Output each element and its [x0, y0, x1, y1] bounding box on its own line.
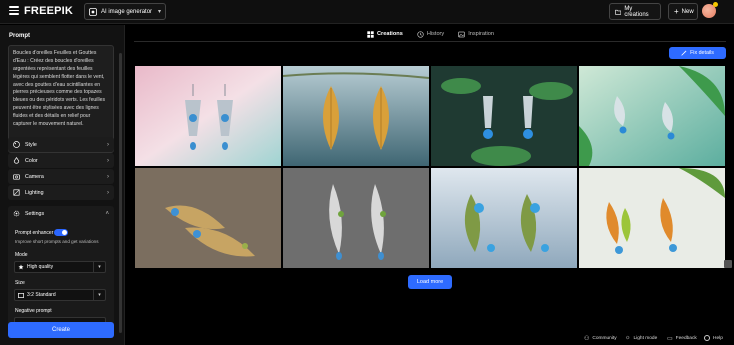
tool-selector-label: AI image generator — [101, 8, 153, 15]
chevron-right-icon: › — [107, 173, 109, 180]
notification-badge — [713, 2, 718, 7]
ai-icon — [89, 7, 97, 16]
generated-image[interactable] — [579, 66, 725, 166]
feedback-label: Feedback — [675, 336, 697, 341]
section-lighting[interactable]: Lighting › — [8, 185, 114, 200]
light-mode-toggle[interactable]: ☼ Light mode — [625, 335, 657, 341]
lighting-icon — [13, 189, 20, 196]
chevron-up-icon: ˄ — [105, 210, 109, 217]
tab-history[interactable]: History — [415, 27, 446, 41]
logo[interactable]: FREEPIK — [24, 5, 73, 17]
scroll-to-top-icon[interactable] — [724, 260, 732, 268]
sidebar-scrollbar[interactable] — [119, 53, 122, 333]
help-icon — [704, 335, 710, 341]
generated-image[interactable] — [135, 66, 281, 166]
section-color[interactable]: Color › — [8, 153, 114, 168]
prompt-enhancer-toggle[interactable] — [54, 229, 68, 236]
palette-icon — [13, 141, 20, 148]
plus-icon: + — [674, 6, 679, 16]
chevron-right-icon: › — [107, 141, 109, 148]
aspect-ratio-icon — [18, 292, 24, 298]
mode-icon — [18, 264, 24, 270]
prompt-text: Boucles d'oreilles Feuilles et Gouttes d… — [13, 50, 106, 128]
section-camera[interactable]: Camera › — [8, 169, 114, 184]
sun-icon: ☼ — [625, 335, 631, 341]
light-mode-label: Light mode — [633, 335, 658, 341]
size-select[interactable]: 3:2 Standard ▾ — [14, 289, 106, 301]
fix-details-button[interactable]: Fix details — [669, 47, 726, 59]
history-icon — [417, 30, 424, 38]
generated-image[interactable] — [135, 168, 281, 268]
my-creations-label: My creations — [624, 5, 649, 18]
fix-details-label: Fix details — [690, 50, 714, 56]
image-grid — [135, 66, 726, 269]
chevron-right-icon: › — [107, 157, 109, 164]
generated-image[interactable] — [283, 66, 429, 166]
generated-image[interactable] — [431, 168, 577, 268]
gear-icon — [13, 210, 20, 217]
community-link[interactable]: ⚇ Community — [584, 335, 617, 342]
tab-history-label: History — [426, 31, 445, 37]
tool-selector[interactable]: AI image generator ▾ — [84, 3, 166, 20]
prompt-enhancer-label: Prompt enhancer — [15, 230, 54, 236]
new-button[interactable]: + New — [668, 3, 698, 20]
avatar[interactable] — [702, 2, 718, 18]
section-lighting-label: Lighting — [25, 189, 44, 196]
section-color-label: Color — [25, 157, 38, 164]
mode-select[interactable]: High quality ▾ — [14, 261, 106, 273]
settings-header[interactable]: Settings ˄ — [8, 206, 114, 221]
new-label: New — [681, 8, 694, 15]
droplet-icon — [13, 157, 20, 164]
size-label: Size — [15, 280, 25, 286]
tab-inspiration-label: Inspiration — [468, 31, 495, 37]
my-creations-button[interactable]: My creations — [609, 3, 661, 20]
generated-image[interactable] — [431, 66, 577, 166]
tab-creations[interactable]: Creations — [365, 27, 405, 41]
create-button[interactable]: Create — [8, 322, 114, 338]
help-label: Help — [713, 335, 723, 341]
folder-icon — [615, 9, 622, 15]
section-camera-label: Camera — [25, 173, 44, 180]
section-style[interactable]: Style › — [8, 137, 114, 152]
size-value: 3:2 Standard — [27, 292, 56, 298]
chevron-down-icon: ▾ — [93, 262, 105, 272]
camera-icon — [13, 174, 20, 180]
negative-prompt-label: Negative prompt — [15, 308, 52, 314]
top-bar: FREEPIK AI image generator ▾ My creation… — [0, 0, 734, 24]
community-label: Community — [592, 336, 617, 341]
feedback-link[interactable]: ▭ Feedback — [667, 335, 697, 342]
menu-icon[interactable] — [9, 6, 19, 15]
community-icon: ⚇ — [584, 336, 590, 342]
inspiration-icon — [458, 31, 466, 37]
tab-divider — [134, 41, 726, 42]
grid-icon — [367, 30, 374, 38]
prompt-title: Prompt — [9, 33, 30, 39]
generated-image[interactable] — [283, 168, 429, 268]
chevron-right-icon: › — [107, 189, 109, 196]
tab-inspiration[interactable]: Inspiration — [456, 27, 496, 41]
chevron-down-icon: ▾ — [157, 9, 161, 15]
settings-title: Settings — [25, 210, 45, 217]
generated-image[interactable] — [579, 168, 725, 268]
feedback-icon: ▭ — [667, 336, 673, 342]
mode-value: High quality — [27, 264, 54, 270]
load-more-button[interactable]: Load more — [408, 275, 452, 289]
mode-label: Mode — [15, 252, 28, 258]
wand-icon — [681, 50, 687, 56]
settings-panel: Settings ˄ Prompt enhancer Improve short… — [8, 206, 114, 329]
tab-creations-label: Creations — [377, 31, 403, 37]
help-link[interactable]: Help — [704, 335, 723, 341]
chevron-down-icon: ▾ — [93, 290, 105, 300]
section-style-label: Style — [25, 141, 37, 148]
enhancer-hint: Improve short prompts and get variations — [15, 239, 99, 244]
tab-bar: Creations History Inspiration — [365, 27, 496, 41]
sidebar: Prompt Boucles d'oreilles Feuilles et Go… — [0, 25, 125, 345]
